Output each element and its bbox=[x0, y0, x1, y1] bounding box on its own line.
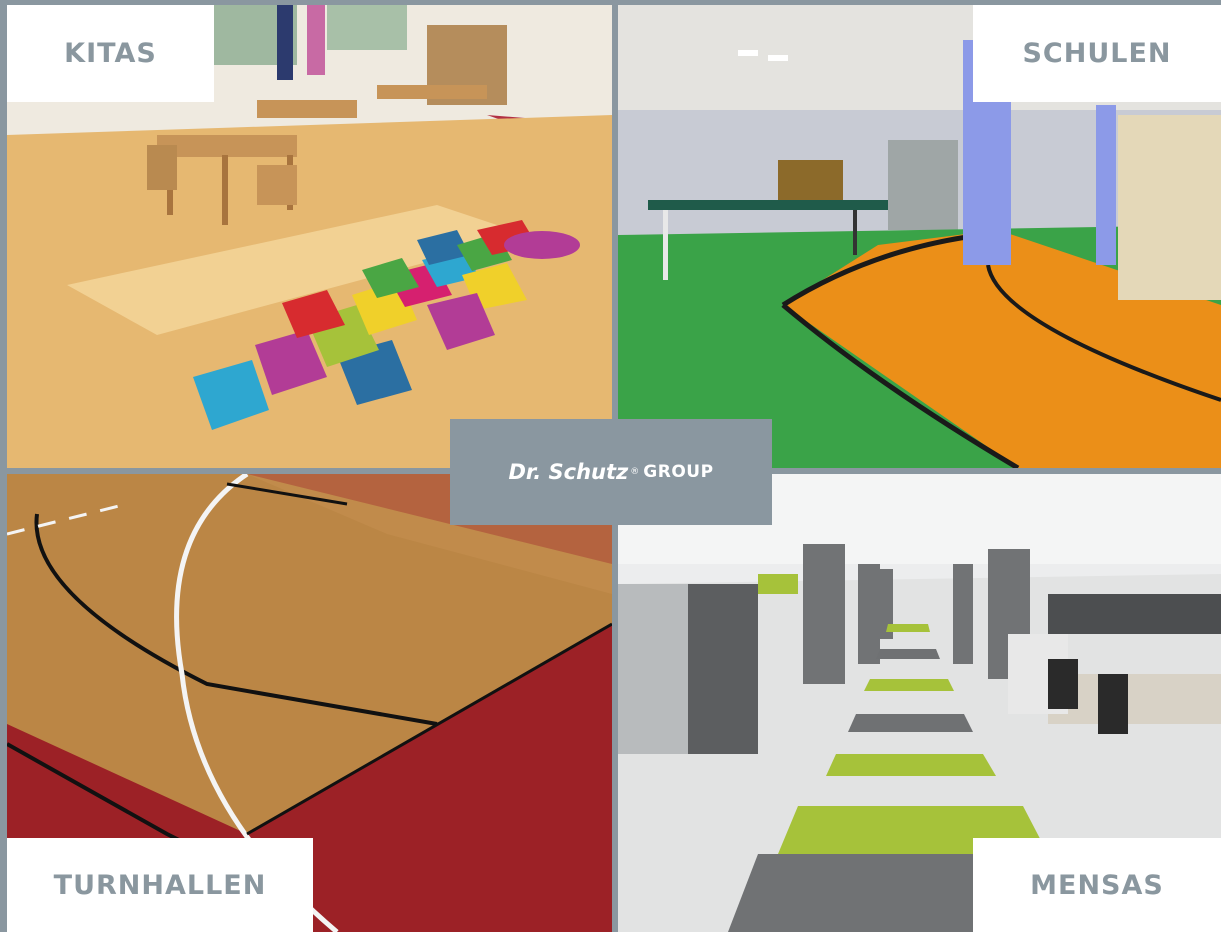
collage: KITAS SCHULEN TURNHALLEN MENSAS Dr. Schu… bbox=[0, 0, 1221, 932]
label-kitas: KITAS bbox=[7, 5, 214, 102]
label-schulen: SCHULEN bbox=[973, 5, 1221, 102]
dr-schutz-logo: Dr. Schutz ® GROUP bbox=[450, 419, 772, 525]
label-mensas: MENSAS bbox=[973, 838, 1221, 932]
logo-registered-mark: ® bbox=[630, 467, 640, 477]
label-turnhallen: TURNHALLEN bbox=[7, 838, 313, 932]
logo-group: GROUP bbox=[643, 462, 714, 482]
logo-brand: Dr. Schutz bbox=[508, 460, 629, 484]
